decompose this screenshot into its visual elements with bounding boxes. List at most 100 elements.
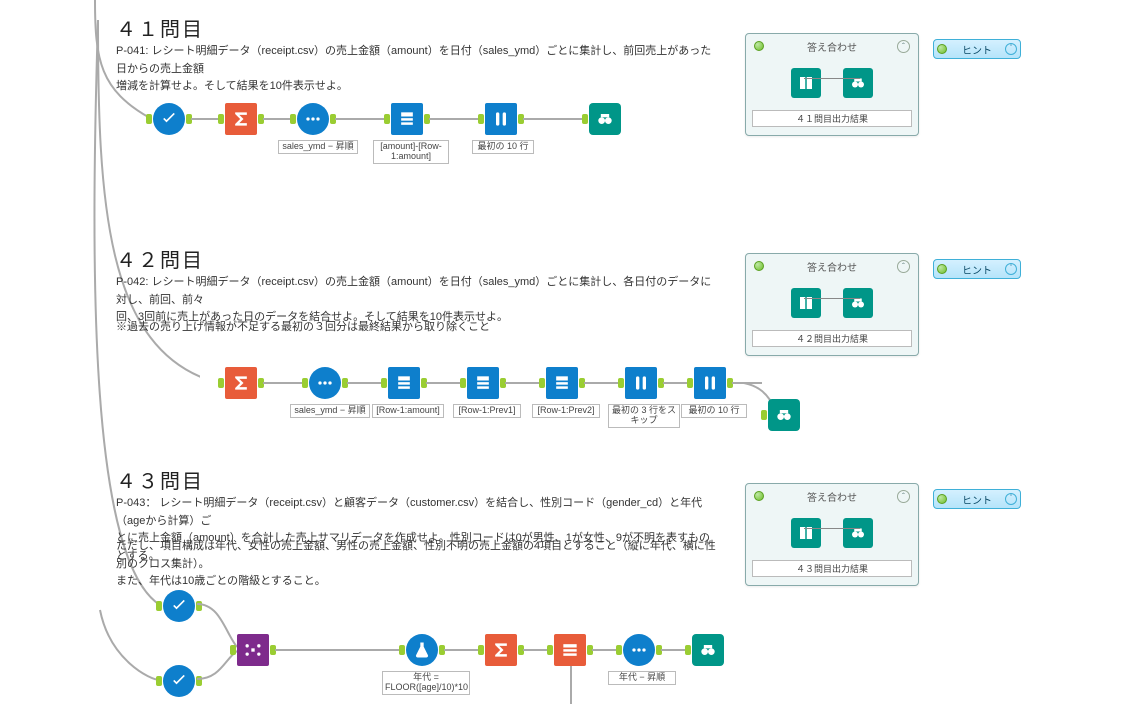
collapse-icon[interactable]: ˆ — [897, 40, 910, 53]
formula-node[interactable] — [406, 634, 438, 666]
check-icon — [169, 671, 189, 691]
answer-panel-43[interactable]: 答え合わせ ˆ ４３問目出力結果 — [745, 483, 919, 586]
heading-42: ４２問目 — [116, 244, 204, 273]
multirow-node[interactable] — [467, 367, 499, 399]
summarize-node[interactable] — [485, 634, 517, 666]
desc-43-line4: また、年代は10歳ごとの階級とすること。 — [116, 573, 721, 591]
binoculars-icon — [849, 74, 867, 92]
tubes-icon — [700, 373, 720, 393]
panel-body — [752, 62, 912, 104]
formula-label: 年代 = FLOOR([age]/10)*10 — [382, 671, 470, 695]
hint-button-41[interactable]: ヒント ˇ — [933, 39, 1021, 59]
join-node[interactable] — [237, 634, 269, 666]
panel-header: 答え合わせ ˆ — [752, 259, 912, 274]
input-mini-node[interactable] — [791, 518, 821, 548]
select-node[interactable] — [163, 590, 195, 622]
chevron-down-icon[interactable]: ˇ — [1005, 263, 1017, 275]
multirow-label: [Row-1:Prev2] — [532, 404, 600, 418]
dots-icon — [315, 373, 335, 393]
panel-header: 答え合わせ ˆ — [752, 489, 912, 504]
desc-43-line3: ただし、項目構成は年代、女性の売上金額、男性の売上金額、性別不明の売上金額の4項… — [116, 538, 721, 573]
tubes-icon — [491, 109, 511, 129]
answer-panel-41[interactable]: 答え合わせ ˆ ４１問目出力結果 — [745, 33, 919, 136]
multirow-node[interactable] — [388, 367, 420, 399]
book-icon — [797, 74, 815, 92]
panel-body — [752, 512, 912, 554]
browse-node[interactable] — [692, 634, 724, 666]
sort-node[interactable] — [297, 103, 329, 135]
sample-node[interactable] — [625, 367, 657, 399]
connector — [569, 666, 573, 704]
hint-label: ヒント — [962, 262, 992, 277]
multirow-icon — [394, 373, 414, 393]
table-icon — [560, 640, 580, 660]
multirow-node[interactable] — [546, 367, 578, 399]
binoculars-icon — [849, 524, 867, 542]
desc-43b: ただし、項目構成は年代、女性の売上金額、男性の売上金額、性別不明の売上金額の4項… — [116, 538, 721, 591]
hint-button-43[interactable]: ヒント ˇ — [933, 489, 1021, 509]
collapse-icon[interactable]: ˆ — [897, 260, 910, 273]
hint-label: ヒント — [962, 492, 992, 507]
browse-node[interactable] — [768, 399, 800, 431]
status-dot-icon — [937, 494, 947, 504]
multirow-label: [Row-1:amount] — [372, 404, 444, 418]
sample-node[interactable] — [694, 367, 726, 399]
select-node[interactable] — [153, 103, 185, 135]
heading-43: ４３問目 — [116, 465, 204, 494]
browse-mini-node[interactable] — [843, 288, 873, 318]
panel-header: 答え合わせ ˆ — [752, 39, 912, 54]
input-mini-node[interactable] — [791, 288, 821, 318]
multirow-label: [Row-1:Prev1] — [453, 404, 521, 418]
join-icon — [243, 640, 263, 660]
panel-wire — [804, 78, 860, 79]
browse-node[interactable] — [589, 103, 621, 135]
panel-title: 答え合わせ — [807, 489, 857, 504]
connector — [429, 118, 484, 120]
sample-node[interactable] — [485, 103, 517, 135]
panel-caption: ４２問目出力結果 — [752, 330, 912, 347]
check-icon — [159, 109, 179, 129]
panel-wire — [804, 298, 860, 299]
sigma-icon — [231, 373, 251, 393]
chevron-down-icon[interactable]: ˇ — [1005, 43, 1017, 55]
desc-42-note: ※過去の売り上げ情報が不足する最初の３回分は最終結果から取り除くこと — [116, 319, 716, 337]
select-node[interactable] — [163, 665, 195, 697]
browse-mini-node[interactable] — [843, 518, 873, 548]
sort-label: sales_ymd − 昇順 — [278, 140, 358, 154]
connector — [275, 649, 405, 651]
sort-node[interactable] — [623, 634, 655, 666]
summarize-node[interactable] — [225, 103, 257, 135]
panel-title: 答え合わせ — [807, 39, 857, 54]
hint-label: ヒント — [962, 42, 992, 57]
multirow-icon — [397, 109, 417, 129]
book-icon — [797, 524, 815, 542]
panel-caption: ４１問目出力結果 — [752, 110, 912, 127]
binoculars-icon — [595, 109, 615, 129]
book-icon — [797, 294, 815, 312]
summarize-node[interactable] — [225, 367, 257, 399]
multirow-label: [amount]-[Row-1:amount] — [373, 140, 449, 164]
input-mini-node[interactable] — [791, 68, 821, 98]
chevron-down-icon[interactable]: ˇ — [1005, 493, 1017, 505]
status-dot-icon — [937, 264, 947, 274]
tubes-icon — [631, 373, 651, 393]
browse-mini-node[interactable] — [843, 68, 873, 98]
multirow-node[interactable] — [391, 103, 423, 135]
desc-42-line1: P-042: レシート明細データ（receipt.csv）の売上金額（amoun… — [116, 274, 716, 309]
dots-icon — [303, 109, 323, 129]
binoculars-icon — [698, 640, 718, 660]
crosstab-node[interactable] — [554, 634, 586, 666]
sample-label: 最初の 3 行をスキップ — [608, 404, 680, 428]
panel-caption: ４３問目出力結果 — [752, 560, 912, 577]
dots-icon — [629, 640, 649, 660]
collapse-icon[interactable]: ˆ — [897, 490, 910, 503]
sample-label: 最初の 10 行 — [472, 140, 534, 154]
answer-panel-42[interactable]: 答え合わせ ˆ ４２問目出力結果 — [745, 253, 919, 356]
hint-button-42[interactable]: ヒント ˇ — [933, 259, 1021, 279]
desc-41-line1: P-041: レシート明細データ（receipt.csv）の売上金額（amoun… — [116, 43, 716, 78]
binoculars-icon — [774, 405, 794, 425]
connector — [523, 118, 588, 120]
sort-node[interactable] — [309, 367, 341, 399]
check-icon — [169, 596, 189, 616]
panel-title: 答え合わせ — [807, 259, 857, 274]
